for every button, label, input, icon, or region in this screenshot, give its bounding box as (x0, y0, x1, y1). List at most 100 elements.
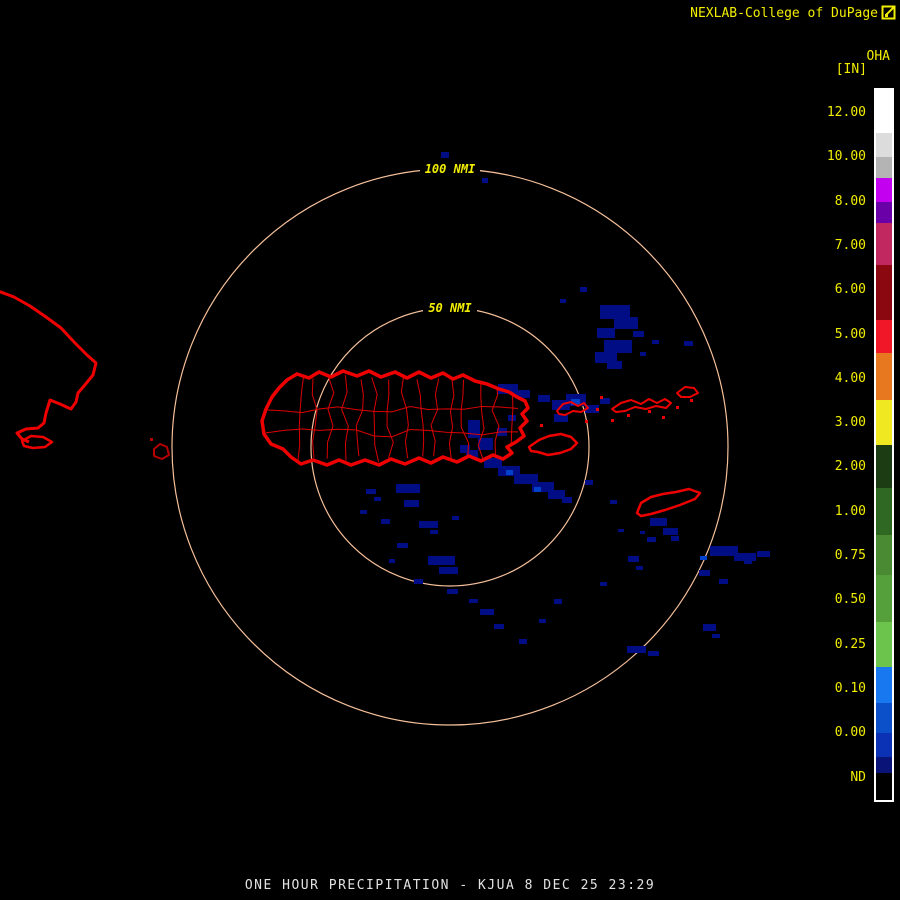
municipal-boundary-line (430, 378, 440, 457)
colorbar-tick-label: 12.00 (826, 105, 866, 120)
precip-cell (607, 361, 622, 369)
municipal-boundary-line (400, 375, 409, 459)
colorbar-segment (876, 757, 892, 773)
precip-cell (439, 567, 458, 574)
precip-cell (562, 497, 572, 503)
colorbar-segment (876, 178, 892, 202)
precip-cell (430, 530, 438, 534)
caption-text: ONE HOUR PRECIPITATION - KJUA 8 DEC 25 2… (244, 878, 656, 893)
precip-cell (710, 546, 738, 556)
municipal-boundary-line (355, 379, 364, 457)
precip-cell (700, 556, 707, 560)
colorbar-segment (876, 133, 892, 157)
precip-cell (428, 556, 455, 565)
land-speckle (585, 420, 588, 423)
precip-cell (699, 570, 710, 576)
precip-cell (560, 299, 566, 303)
islands-st-thomas-chain (611, 398, 672, 413)
precip-cell (640, 531, 645, 534)
colorbar-segment (876, 773, 892, 800)
colorbar-segment (876, 733, 892, 757)
colorbar-segment (876, 320, 892, 353)
land-speckle (627, 414, 630, 417)
land-speckle (540, 424, 543, 427)
precip-cell (640, 352, 646, 356)
colorbar-segment (876, 667, 892, 703)
precip-cell (447, 589, 458, 594)
precip-cell (671, 536, 679, 541)
precip-cell (628, 556, 639, 562)
precip-cell (600, 582, 607, 586)
colorbar-segment (876, 535, 892, 575)
precip-cell (585, 480, 593, 485)
municipal-boundary-line (416, 379, 425, 457)
colorbar-tick-label: 2.00 (834, 459, 866, 475)
municipal-boundary-line (311, 378, 318, 458)
colorbar-tick-label: 5.00 (834, 326, 866, 342)
colorbar-tick-label: 1.00 (834, 503, 866, 519)
precip-cell (538, 395, 550, 402)
island-st-croix (635, 487, 702, 518)
colorbar-tick-label: 10.00 (826, 149, 866, 165)
precip-cell (480, 609, 494, 615)
precip-cell (580, 287, 587, 292)
precip-cell (633, 331, 644, 337)
municipal-boundary-line (341, 375, 349, 461)
precip-cell (600, 305, 630, 319)
colorbar-tick-label: 0.50 (834, 592, 866, 608)
precip-cell (360, 510, 367, 514)
colorbar-segment (876, 575, 892, 622)
product-label: OHA (866, 49, 890, 64)
island-puerto-rico (260, 369, 530, 467)
precip-cell (389, 559, 395, 563)
municipal-boundary-line (371, 377, 380, 462)
precip-cell (469, 599, 478, 603)
radar-canvas: 100 NMI 50 NMI (0, 152, 770, 726)
precip-cell (734, 553, 756, 561)
precip-cell (647, 537, 656, 542)
colorbar-tick-label: 0.10 (834, 680, 866, 696)
colorbar-segment (876, 202, 892, 223)
precip-cell (712, 634, 720, 638)
land-speckle (600, 396, 603, 399)
precip-cell (534, 487, 541, 492)
ring-label-50nmi: 50 NMI (428, 301, 472, 315)
precip-cell (744, 560, 752, 564)
cod-logo-icon (881, 5, 896, 20)
precip-cell (414, 579, 423, 584)
precip-cell (452, 516, 459, 520)
precip-cell (539, 619, 546, 623)
precip-cell (396, 484, 420, 493)
colorbar-tick-label: 8.00 (834, 193, 866, 209)
colorbar-tick-label: ND (850, 769, 866, 785)
land-speckle (150, 438, 153, 441)
radar-display: 100 NMI 50 NMI NEXLAB-College of DuPage O… (0, 0, 900, 900)
colorbar-segment (876, 157, 892, 178)
precip-cell (397, 543, 408, 548)
precip-cell (404, 500, 419, 507)
precip-cell (441, 152, 449, 158)
municipal-boundary-line (386, 379, 394, 459)
colorbar-segment (876, 622, 892, 667)
units-label: [IN] (835, 62, 867, 77)
precip-cell (494, 624, 504, 629)
precip-cell (604, 340, 632, 353)
municipal-boundary-line (265, 405, 519, 414)
precip-cell (419, 521, 438, 528)
precip-cell (519, 639, 527, 644)
land-speckle (596, 408, 599, 411)
precip-cell (757, 551, 770, 557)
precip-cell (618, 529, 624, 532)
municipal-boundary-line (491, 379, 500, 458)
land-speckle (611, 419, 614, 422)
colorbar-segment (876, 488, 892, 535)
colorbar-segment (876, 90, 892, 133)
land-speckle (676, 406, 679, 409)
colorbar-segment (876, 265, 892, 320)
precip-cell (648, 651, 659, 656)
colorbar-segment (876, 223, 892, 265)
island-mona (153, 443, 170, 460)
colorbar-segment (876, 353, 892, 400)
precip-cell (366, 489, 376, 494)
precip-cell (684, 341, 693, 346)
